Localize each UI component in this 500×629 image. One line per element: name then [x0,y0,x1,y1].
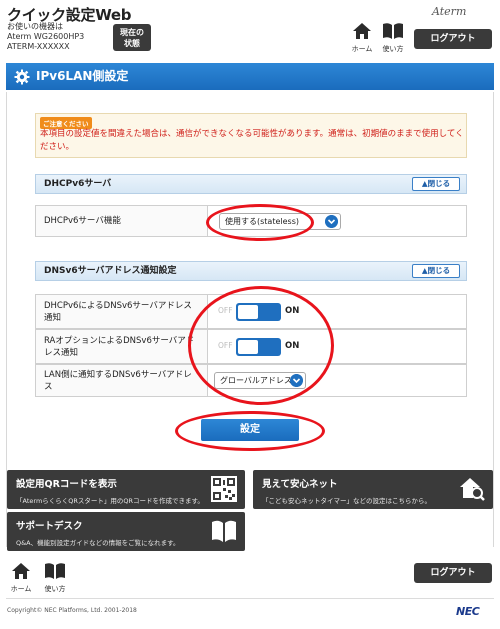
footer-divider [6,598,494,599]
section-title: DNSv6サーバアドレス通知設定 [44,266,177,276]
setting-label: DHCPv6サーバ機能 [36,206,208,236]
ra-dns-toggle[interactable]: OFF ON [218,338,299,356]
toggle-off-label: OFF [218,306,233,315]
caution-box: ご注意ください 本項目の設定値を間違えた場合は、通信ができなくなる可能性がありま… [35,113,467,158]
mieru-anshin-net-tile[interactable]: 見えて安心ネット 「こども安心ネットタイマー」などの設定はこちらから。 [253,470,493,509]
lan-dns-address-select[interactable]: グローバルアドレス [214,372,306,389]
set-button[interactable]: 設定 [201,419,299,441]
tile-title: サポートデスク [16,521,83,532]
footer-logout-button[interactable]: ログアウト [414,563,492,583]
caution-text: 本項目の設定値を間違えた場合は、通信ができなくなる可能性があります。通常は、初期… [40,129,464,152]
setting-label: LAN側に通知するDNSv6サーバアドレス [36,365,208,396]
nec-logo: NEC [456,605,480,618]
home-button[interactable]: ホーム [347,22,377,54]
collapse-button[interactable]: ▲閉じる [412,177,460,191]
toggle-knob [238,305,258,319]
home-label: ホーム [10,585,32,593]
book-icon [383,23,403,39]
dhcpv6-server-select[interactable]: 使用する(stateless) [219,213,341,230]
copyright: Copyright© NEC Platforms, Ltd. 2001-2018 [7,607,137,614]
select-value: 使用する(stateless) [225,217,299,226]
home-icon [353,23,371,39]
book-icon [212,520,236,542]
manual-label: 使い方 [44,585,66,593]
select-value: グローバルアドレス [220,376,292,385]
house-search-icon [460,478,485,501]
current-status-button[interactable]: 現在の 状態 [113,24,151,51]
section-header-dhcpv6: DHCPv6サーバ ▲閉じる [35,174,467,194]
tile-description: Q&A、機能別設定ガイドなどの情報をご覧になれます。 [16,539,180,547]
dhcpv6-dns-toggle[interactable]: OFF ON [218,303,299,321]
toggle-off-label: OFF [218,341,233,350]
setting-row-ra-dns-notify: RAオプションによるDNSv6サーバアドレス通知 OFF ON [35,329,467,364]
page-title-bar: IPv6LAN側設定 [6,63,494,90]
gear-icon [14,69,30,85]
toggle-on-label: ON [285,306,300,316]
collapse-button[interactable]: ▲閉じる [412,264,460,278]
status-button-line1: 現在の [120,28,144,37]
collapse-label: 閉じる [427,266,451,275]
setting-label: DHCPv6によるDNSv6サーバアドレス通知 [36,295,208,328]
tile-title: 見えて安心ネット [262,479,338,490]
tile-title: 設定用QRコードを表示 [16,479,117,490]
qr-code-icon [211,476,237,502]
toggle-knob [238,340,258,354]
home-icon [12,563,30,579]
brand-logo: Aterm [432,5,467,18]
chevron-down-icon [290,374,303,387]
section-title: DHCPv6サーバ [44,179,112,189]
device-name: ATERM-XXXXXX [7,42,70,51]
page-title: IPv6LAN側設定 [36,69,129,83]
setting-row-dhcpv6-server: DHCPv6サーバ機能 使用する(stateless) [35,205,467,237]
setting-row-lan-dns-address: LAN側に通知するDNSv6サーバアドレス グローバルアドレス [35,364,467,397]
manual-label: 使い方 [382,45,404,53]
section-header-dnsv6: DNSv6サーバアドレス通知設定 ▲閉じる [35,261,467,281]
setting-row-dhcpv6-dns-notify: DHCPv6によるDNSv6サーバアドレス通知 OFF ON [35,294,467,329]
status-button-line2: 状態 [124,39,140,48]
chevron-down-icon [325,215,338,228]
toggle-on-label: ON [285,341,300,351]
device-model: Aterm WG2600HP3 [7,32,85,41]
device-info-line: お使いの機器は [7,22,63,31]
header: クイック設定Web お使いの機器は Aterm WG2600HP3 ATERM-… [0,0,500,58]
qr-code-tile[interactable]: 設定用QRコードを表示 「AtermらくらくQRスタート」用のQRコードを作成で… [7,470,245,509]
tile-description: 「こども安心ネットタイマー」などの設定はこちらから。 [262,497,431,505]
support-desk-tile[interactable]: サポートデスク Q&A、機能別設定ガイドなどの情報をご覧になれます。 [7,512,245,551]
book-icon [45,563,65,579]
logout-button[interactable]: ログアウト [414,29,492,49]
footer-manual-button[interactable]: 使い方 [40,562,70,594]
setting-label: RAオプションによるDNSv6サーバアドレス通知 [36,330,208,363]
collapse-label: 閉じる [427,179,451,188]
manual-button[interactable]: 使い方 [378,22,408,54]
footer-home-button[interactable]: ホーム [6,562,36,594]
device-info: お使いの機器は Aterm WG2600HP3 ATERM-XXXXXX [7,22,84,52]
tile-description: 「AtermらくらくQRスタート」用のQRコードを作成できます。 [16,497,204,505]
home-label: ホーム [351,45,373,53]
